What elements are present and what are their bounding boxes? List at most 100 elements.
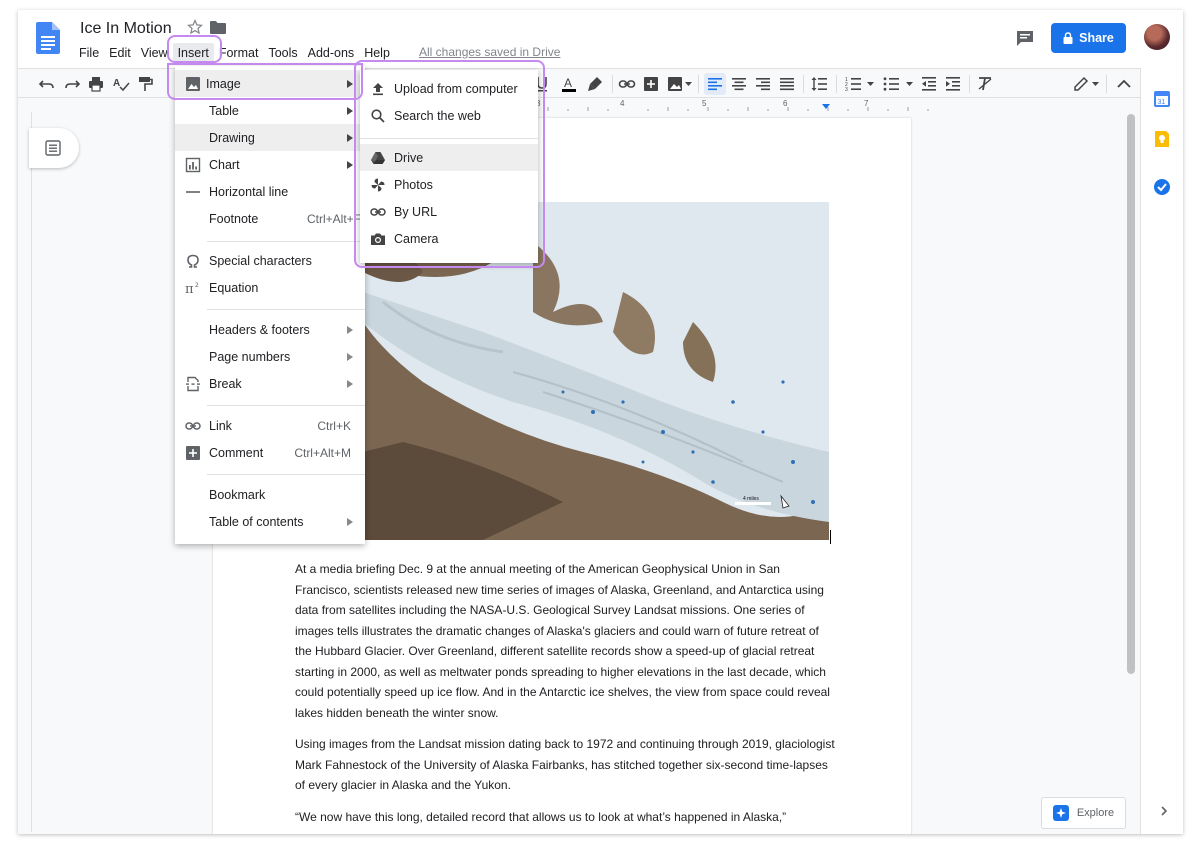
submenu-item-photos[interactable]: Photos xyxy=(360,171,538,198)
text-cursor xyxy=(830,530,831,544)
submenu-item-search-web[interactable]: Search the web xyxy=(360,102,538,129)
print-icon[interactable] xyxy=(87,75,105,93)
menu-item-link[interactable]: Link Ctrl+K xyxy=(175,412,365,439)
menu-item-table-of-contents[interactable]: Table of contents xyxy=(175,508,365,535)
align-left-icon[interactable] xyxy=(706,75,724,93)
toolbar-divider xyxy=(836,75,837,93)
editing-mode-icon[interactable] xyxy=(1072,75,1090,93)
decrease-indent-icon[interactable] xyxy=(920,75,938,93)
link-icon xyxy=(370,207,386,216)
star-icon[interactable] xyxy=(187,19,203,35)
comment-plus-icon xyxy=(186,445,200,460)
menu-item-table[interactable]: Table xyxy=(175,97,365,124)
chart-icon xyxy=(185,157,201,172)
document-outline-button[interactable] xyxy=(29,128,79,168)
undo-icon[interactable] xyxy=(38,75,56,93)
vertical-scrollbar[interactable] xyxy=(1127,114,1135,674)
collapse-icon[interactable] xyxy=(1115,75,1133,93)
menu-item-horizontal-line[interactable]: Horizontal line xyxy=(175,178,365,205)
menu-item-label: Link xyxy=(209,418,232,433)
paint-format-icon[interactable] xyxy=(136,75,154,93)
submenu-item-by-url[interactable]: By URL xyxy=(360,198,538,225)
document-title[interactable]: Ice In Motion xyxy=(80,20,172,38)
line-spacing-icon[interactable] xyxy=(810,75,828,93)
explore-button[interactable]: Explore xyxy=(1041,797,1126,829)
bulleted-list-icon[interactable] xyxy=(882,75,900,93)
submenu-item-drive[interactable]: Drive xyxy=(360,144,538,171)
dropdown-arrow-icon[interactable] xyxy=(906,82,913,87)
justify-icon[interactable] xyxy=(778,75,796,93)
menu-item-image[interactable]: Image xyxy=(175,70,365,97)
submenu-item-upload[interactable]: Upload from computer xyxy=(360,75,538,102)
app-window: Ice In Motion File Edit View Insert Form… xyxy=(18,10,1183,834)
clear-formatting-icon[interactable] xyxy=(976,75,994,93)
insert-image-icon[interactable] xyxy=(666,75,684,93)
menu-item-shortcut: Ctrl+Alt+F xyxy=(306,211,361,226)
highlight-icon[interactable] xyxy=(586,75,604,93)
menu-item-break[interactable]: Break xyxy=(175,370,365,397)
menu-view[interactable]: View xyxy=(136,43,173,63)
menu-file[interactable]: File xyxy=(74,43,104,63)
submenu-item-label: Upload from computer xyxy=(394,81,518,96)
keep-icon[interactable] xyxy=(1153,130,1171,148)
save-status[interactable]: All changes saved in Drive xyxy=(419,45,560,59)
chevron-right-icon[interactable] xyxy=(1158,805,1170,817)
menu-insert[interactable]: Insert xyxy=(172,43,214,63)
menu-item-headers-footers[interactable]: Headers & footers xyxy=(175,316,365,343)
upload-icon xyxy=(373,82,383,95)
menu-format[interactable]: Format xyxy=(214,43,264,63)
align-center-icon[interactable] xyxy=(730,75,748,93)
tasks-icon[interactable] xyxy=(1153,178,1171,196)
submenu-arrow-icon xyxy=(347,160,353,169)
redo-icon[interactable] xyxy=(63,75,81,93)
svg-text:31: 31 xyxy=(1158,99,1166,106)
submenu-arrow-icon xyxy=(347,352,353,361)
spellcheck-icon[interactable]: A xyxy=(112,75,130,93)
add-comment-icon[interactable] xyxy=(642,75,660,93)
menu-item-label: Break xyxy=(209,376,242,391)
dropdown-arrow-icon[interactable] xyxy=(1092,82,1099,87)
menu-item-label: Table xyxy=(209,103,239,118)
numbered-list-icon[interactable]: 123 xyxy=(844,75,862,93)
menu-bar: File Edit View Insert Format Tools Add-o… xyxy=(74,43,395,63)
folder-icon[interactable] xyxy=(210,21,226,34)
menu-item-special-characters[interactable]: Special characters xyxy=(175,247,365,274)
text-color-icon[interactable]: A xyxy=(560,75,578,93)
increase-indent-icon[interactable] xyxy=(944,75,962,93)
pi-icon: π2 xyxy=(185,282,199,296)
share-button[interactable]: Share xyxy=(1051,23,1126,53)
menu-item-chart[interactable]: Chart xyxy=(175,151,365,178)
menu-item-label: Special characters xyxy=(209,253,312,268)
horizontal-line-icon xyxy=(186,190,200,193)
dropdown-arrow-icon[interactable] xyxy=(685,82,692,87)
page-break-icon xyxy=(186,376,200,391)
dropdown-arrow-icon[interactable] xyxy=(867,82,874,87)
search-icon xyxy=(371,108,385,123)
calendar-icon[interactable]: 31 xyxy=(1153,90,1171,108)
menu-item-bookmark[interactable]: Bookmark xyxy=(175,481,365,508)
menu-tools[interactable]: Tools xyxy=(263,43,302,63)
link-icon[interactable] xyxy=(618,75,636,93)
submenu-item-camera[interactable]: Camera xyxy=(360,225,538,252)
explore-label: Explore xyxy=(1076,807,1115,819)
docs-logo-icon[interactable] xyxy=(36,22,60,54)
align-right-icon[interactable] xyxy=(754,75,772,93)
menu-help[interactable]: Help xyxy=(359,43,395,63)
side-panel: 31 xyxy=(1140,68,1183,834)
ruler-number: 7 xyxy=(864,99,869,108)
comment-history-icon[interactable] xyxy=(1016,30,1034,47)
scale-label: 4 miles xyxy=(743,496,759,502)
menu-addons[interactable]: Add-ons xyxy=(303,43,360,63)
menu-item-label: Footnote xyxy=(209,211,259,226)
menu-item-label: Horizontal line xyxy=(209,184,289,199)
menu-item-page-numbers[interactable]: Page numbers xyxy=(175,343,365,370)
menu-item-label: Bookmark xyxy=(209,487,266,502)
avatar[interactable] xyxy=(1144,24,1170,50)
document-body[interactable]: At a media briefing Dec. 9 at the annual… xyxy=(295,559,835,834)
menu-edit[interactable]: Edit xyxy=(104,43,136,63)
menu-item-comment[interactable]: Comment Ctrl+Alt+M xyxy=(175,439,365,466)
menu-item-equation[interactable]: π2 Equation xyxy=(175,274,365,301)
menu-item-drawing[interactable]: Drawing xyxy=(175,124,365,151)
menu-item-footnote[interactable]: Footnote Ctrl+Alt+F xyxy=(175,205,365,232)
insert-menu-dropdown: Image Table Drawing Chart Horizontal lin… xyxy=(175,66,365,544)
